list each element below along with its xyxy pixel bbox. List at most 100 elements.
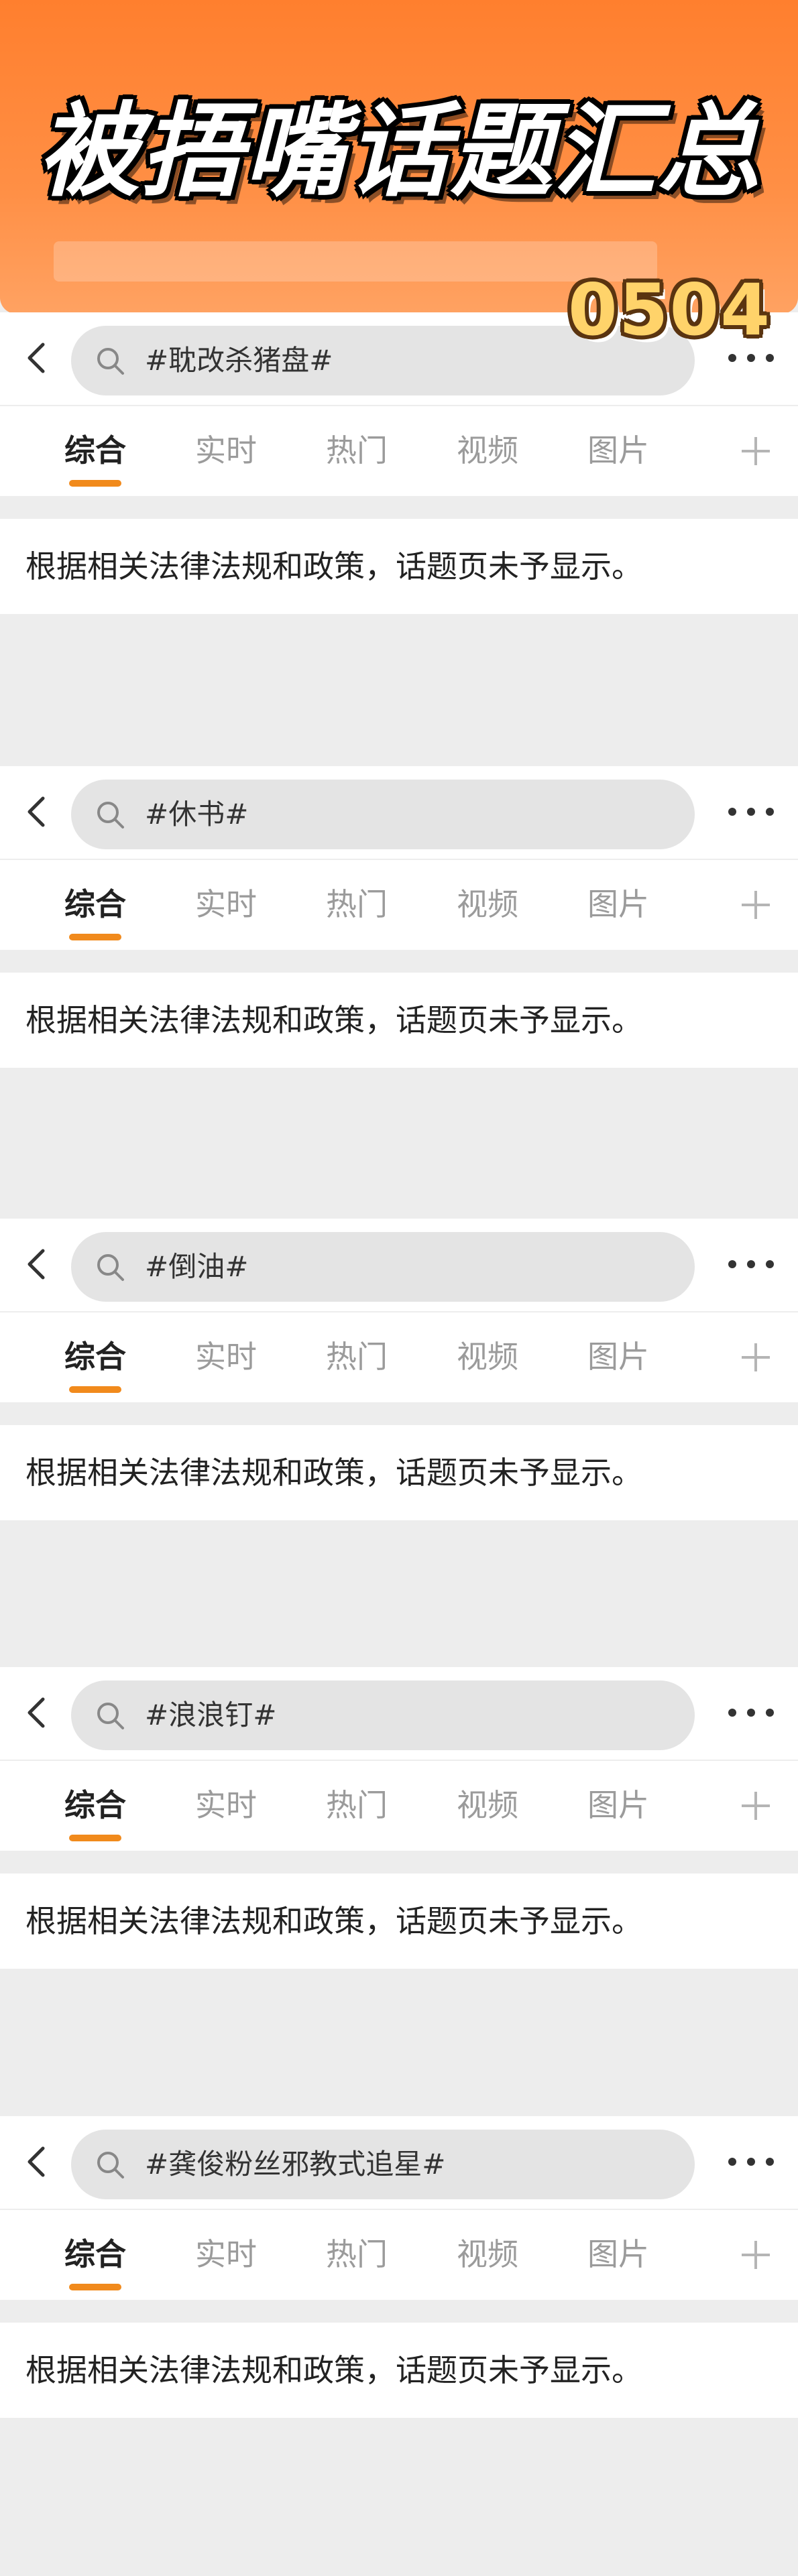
tab-label: 实时 bbox=[195, 432, 257, 469]
more-dots-icon[interactable] bbox=[724, 794, 778, 829]
tab-label: 图片 bbox=[587, 1339, 649, 1375]
search-query: #倒油# bbox=[145, 1250, 249, 1283]
search-icon bbox=[97, 1254, 124, 1281]
tab-2[interactable]: 热门 bbox=[310, 2210, 404, 2300]
tab-3[interactable]: 视频 bbox=[441, 1312, 534, 1402]
search-icon bbox=[97, 1703, 124, 1729]
notice-text: 根据相关法律法规和政策，话题页未予显示。 bbox=[25, 1002, 642, 1038]
plus-icon[interactable] bbox=[738, 1339, 774, 1375]
chevron-left-icon[interactable] bbox=[20, 1247, 55, 1282]
notice-panel: 根据相关法律法规和政策，话题页未予显示。 bbox=[0, 973, 798, 1068]
notice-text: 根据相关法律法规和政策，话题页未予显示。 bbox=[25, 548, 642, 585]
tab-1[interactable]: 实时 bbox=[179, 1761, 273, 1851]
chevron-left-icon[interactable] bbox=[20, 341, 55, 375]
tab-3[interactable]: 视频 bbox=[441, 2210, 534, 2300]
search-input[interactable]: #倒油# bbox=[71, 1232, 695, 1302]
tab-2[interactable]: 热门 bbox=[310, 860, 404, 950]
tab-label: 视频 bbox=[457, 1339, 518, 1375]
tab-0[interactable]: 综合 bbox=[48, 2210, 142, 2300]
topic-section-4: #浪浪钉# 综合 实时 热门 视频 图片 根据相关法律法规和政策，话题页未予显示。 bbox=[0, 1667, 798, 1987]
tab-bar: 综合 实时 热门 视频 图片 bbox=[0, 860, 798, 950]
active-tab-indicator bbox=[69, 480, 121, 487]
topic-section-3: #倒油# 综合 实时 热门 视频 图片 根据相关法律法规和政策，话题页未予显示。 bbox=[0, 1219, 798, 1539]
tab-label: 视频 bbox=[457, 1787, 518, 1823]
active-tab-indicator bbox=[69, 1835, 121, 1841]
topic-section-5: #龚俊粉丝邪教式追星# 综合 实时 热门 视频 图片 根据相关法律法规和政策，话题页未予… bbox=[0, 2116, 798, 2437]
chevron-left-icon[interactable] bbox=[20, 2144, 55, 2179]
search-query: #耽改杀猪盘# bbox=[145, 344, 333, 377]
plus-icon[interactable] bbox=[738, 1788, 774, 1824]
banner-highlight bbox=[54, 241, 657, 282]
more-dots-icon[interactable] bbox=[724, 2144, 778, 2179]
active-tab-indicator bbox=[69, 2284, 121, 2290]
tab-0[interactable]: 综合 bbox=[48, 1312, 142, 1402]
tab-label: 综合 bbox=[64, 1787, 126, 1823]
active-tab-indicator bbox=[69, 1386, 121, 1393]
tab-0[interactable]: 综合 bbox=[48, 1761, 142, 1851]
notice-panel: 根据相关法律法规和政策，话题页未予显示。 bbox=[0, 2323, 798, 2418]
search-input[interactable]: #浪浪钉# bbox=[71, 1680, 695, 1750]
header-banner: 被捂嘴话题汇总 bbox=[0, 0, 798, 314]
nav-bar: #倒油# bbox=[0, 1219, 798, 1311]
tab-4[interactable]: 图片 bbox=[571, 1312, 665, 1402]
tab-bar: 综合 实时 热门 视频 图片 bbox=[0, 406, 798, 496]
plus-icon[interactable] bbox=[738, 433, 774, 469]
notice-text: 根据相关法律法规和政策，话题页未予显示。 bbox=[25, 1455, 642, 1491]
tab-4[interactable]: 图片 bbox=[571, 860, 665, 950]
tab-label: 图片 bbox=[587, 432, 649, 469]
tab-label: 实时 bbox=[195, 1339, 257, 1375]
tab-bar: 综合 实时 热门 视频 图片 bbox=[0, 1761, 798, 1851]
tab-bar: 综合 实时 热门 视频 图片 bbox=[0, 1312, 798, 1402]
notice-panel: 根据相关法律法规和政策，话题页未予显示。 bbox=[0, 1425, 798, 1520]
tab-3[interactable]: 视频 bbox=[441, 860, 534, 950]
tab-2[interactable]: 热门 bbox=[310, 1312, 404, 1402]
topic-section-1: #耽改杀猪盘# 综合 实时 热门 视频 图片 根据相关法律法规和政策，话题页未予显示。 bbox=[0, 312, 798, 633]
tab-label: 实时 bbox=[195, 1787, 257, 1823]
tab-label: 综合 bbox=[64, 2236, 126, 2272]
notice-panel: 根据相关法律法规和政策，话题页未予显示。 bbox=[0, 1874, 798, 1969]
tab-label: 热门 bbox=[326, 1787, 388, 1823]
tab-2[interactable]: 热门 bbox=[310, 406, 404, 496]
tab-label: 实时 bbox=[195, 886, 257, 922]
tab-4[interactable]: 图片 bbox=[571, 1761, 665, 1851]
chevron-left-icon[interactable] bbox=[20, 794, 55, 829]
tab-1[interactable]: 实时 bbox=[179, 2210, 273, 2300]
tab-label: 综合 bbox=[64, 886, 126, 922]
tab-label: 热门 bbox=[326, 432, 388, 469]
tab-label: 视频 bbox=[457, 2236, 518, 2272]
search-icon bbox=[97, 802, 124, 829]
tab-1[interactable]: 实时 bbox=[179, 860, 273, 950]
tab-label: 综合 bbox=[64, 432, 126, 469]
chevron-left-icon[interactable] bbox=[20, 1695, 55, 1730]
search-query: #龚俊粉丝邪教式追星# bbox=[145, 2148, 446, 2181]
banner-title: 被捂嘴话题汇总 bbox=[38, 92, 760, 210]
tab-bar: 综合 实时 热门 视频 图片 bbox=[0, 2210, 798, 2300]
plus-icon[interactable] bbox=[738, 887, 774, 923]
notice-panel: 根据相关法律法规和政策，话题页未予显示。 bbox=[0, 519, 798, 614]
tab-4[interactable]: 图片 bbox=[571, 406, 665, 496]
tab-1[interactable]: 实时 bbox=[179, 406, 273, 496]
nav-bar: #浪浪钉# bbox=[0, 1667, 798, 1760]
tab-0[interactable]: 综合 bbox=[48, 406, 142, 496]
tab-3[interactable]: 视频 bbox=[441, 1761, 534, 1851]
tab-label: 图片 bbox=[587, 1787, 649, 1823]
tab-0[interactable]: 综合 bbox=[48, 860, 142, 950]
more-dots-icon[interactable] bbox=[724, 1695, 778, 1730]
banner-code: 0504 bbox=[567, 269, 771, 351]
tab-label: 热门 bbox=[326, 2236, 388, 2272]
tab-label: 图片 bbox=[587, 2236, 649, 2272]
search-input[interactable]: #休书# bbox=[71, 780, 695, 849]
search-input[interactable]: #龚俊粉丝邪教式追星# bbox=[71, 2130, 695, 2199]
more-dots-icon[interactable] bbox=[724, 1247, 778, 1282]
plus-icon[interactable] bbox=[738, 2237, 774, 2273]
nav-bar: #休书# bbox=[0, 766, 798, 859]
tab-1[interactable]: 实时 bbox=[179, 1312, 273, 1402]
tab-label: 热门 bbox=[326, 886, 388, 922]
notice-text: 根据相关法律法规和政策，话题页未予显示。 bbox=[25, 1903, 642, 1939]
tab-3[interactable]: 视频 bbox=[441, 406, 534, 496]
active-tab-indicator bbox=[69, 934, 121, 940]
notice-text: 根据相关法律法规和政策，话题页未予显示。 bbox=[25, 2352, 642, 2388]
search-query: #浪浪钉# bbox=[145, 1699, 277, 1731]
tab-2[interactable]: 热门 bbox=[310, 1761, 404, 1851]
tab-4[interactable]: 图片 bbox=[571, 2210, 665, 2300]
